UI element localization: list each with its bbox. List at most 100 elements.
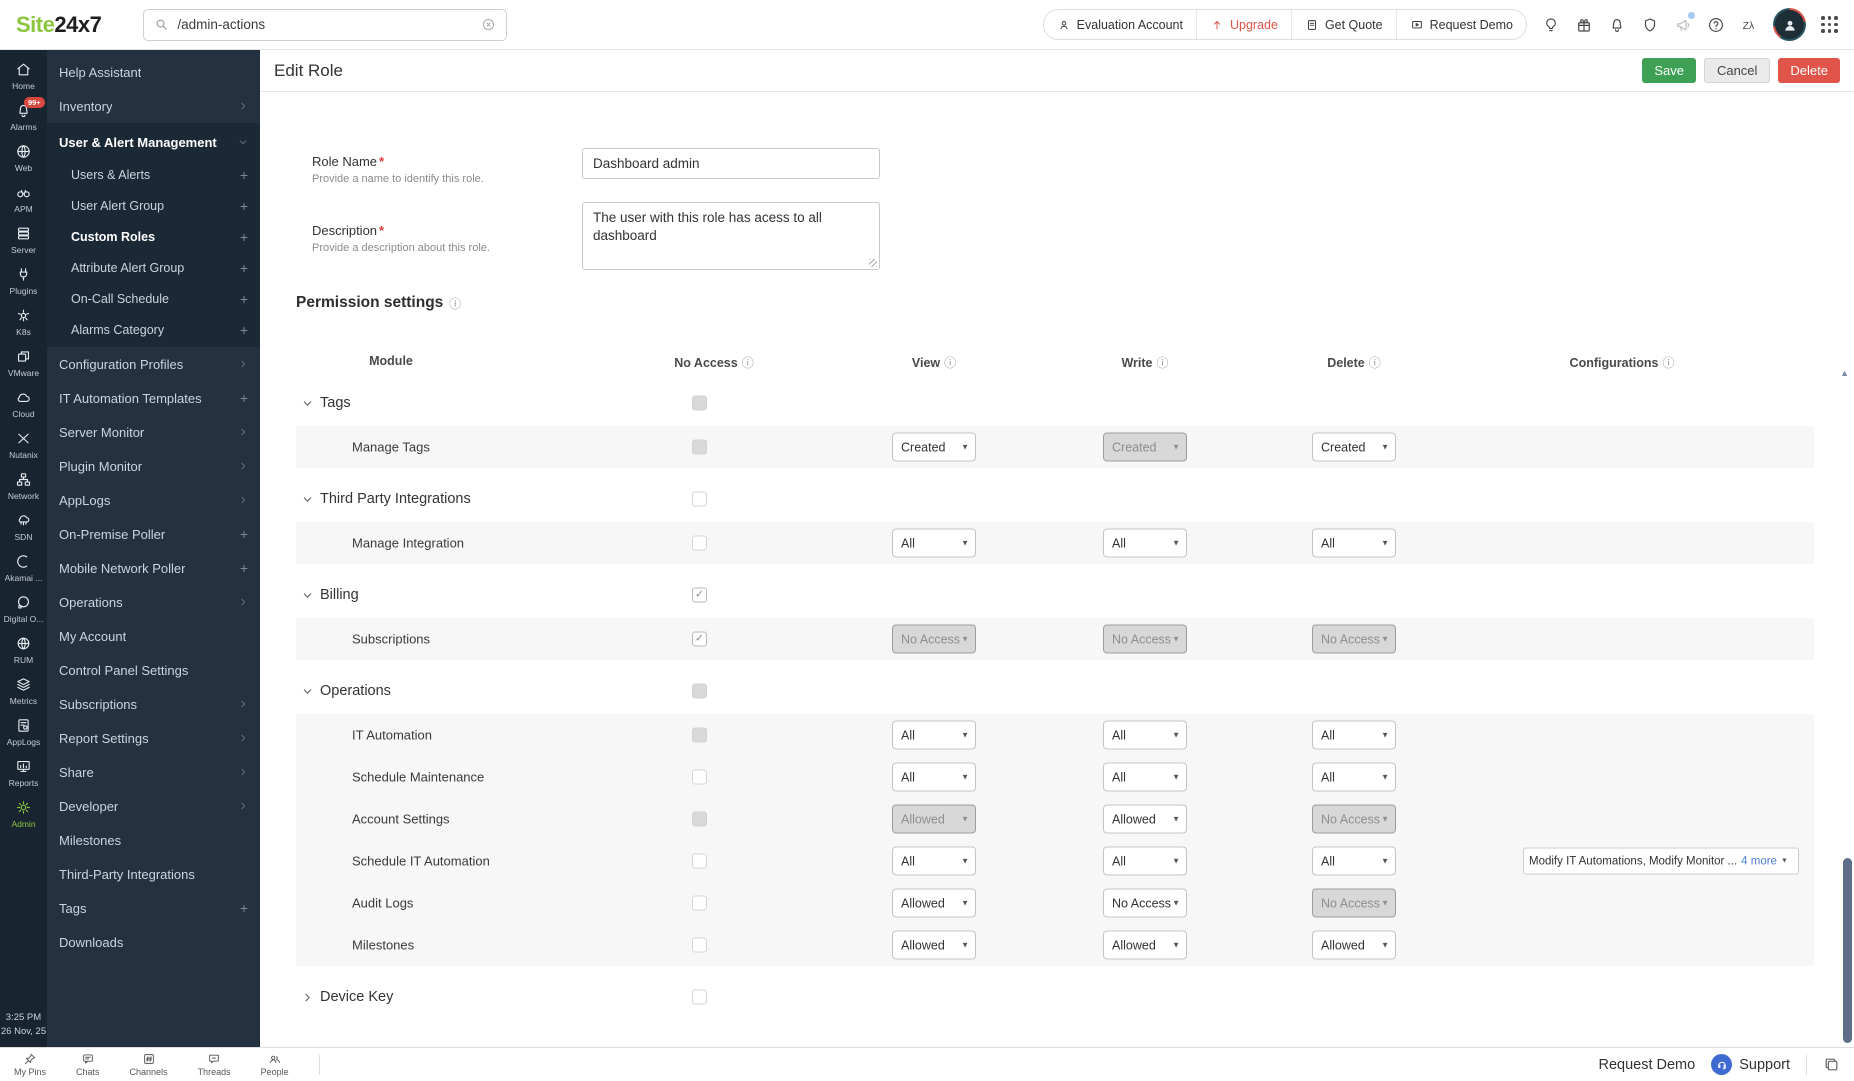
- no-access-checkbox[interactable]: [692, 588, 707, 603]
- bottom-bar-threads[interactable]: Threads: [198, 1052, 231, 1077]
- sidebar-item-attribute-alert-group[interactable]: Attribute Alert Group+: [47, 252, 260, 283]
- sidebar-item-mobile-network-poller[interactable]: Mobile Network Poller+: [47, 551, 260, 585]
- request-demo-link[interactable]: Request Demo: [1598, 1057, 1695, 1073]
- sidebar-item-applogs[interactable]: AppLogs: [47, 483, 260, 517]
- plus-icon[interactable]: +: [240, 900, 248, 916]
- no-access-checkbox[interactable]: [692, 396, 707, 411]
- info-icon[interactable]: ⓘ: [1157, 354, 1169, 371]
- evaluation-account-button[interactable]: Evaluation Account: [1044, 10, 1196, 39]
- plus-icon[interactable]: +: [240, 229, 248, 245]
- plus-icon[interactable]: +: [240, 560, 248, 576]
- sidebar-item-alarms-category[interactable]: Alarms Category+: [47, 314, 260, 345]
- sidebar-item-it-automation-templates[interactable]: IT Automation Templates+: [47, 381, 260, 415]
- badge-icon[interactable]: [1641, 16, 1659, 34]
- configurations-select[interactable]: Modify IT Automations, Modify Monitor ..…: [1523, 848, 1799, 875]
- delete-select[interactable]: All▼: [1312, 847, 1396, 876]
- bottom-bar-chats[interactable]: Chats: [76, 1052, 100, 1077]
- plus-icon[interactable]: +: [240, 260, 248, 276]
- plus-icon[interactable]: +: [240, 198, 248, 214]
- bottom-bar-channels[interactable]: Channels: [130, 1052, 168, 1077]
- view-select[interactable]: Created▼: [892, 433, 976, 462]
- delete-button[interactable]: Delete: [1778, 58, 1840, 83]
- app-grid-icon[interactable]: [1821, 16, 1838, 33]
- view-select[interactable]: All▼: [892, 763, 976, 792]
- info-icon[interactable]: ⓘ: [1369, 354, 1381, 371]
- view-select[interactable]: All▼: [892, 721, 976, 750]
- view-select[interactable]: All▼: [892, 529, 976, 558]
- info-icon[interactable]: ⓘ: [1662, 354, 1674, 371]
- sidebar-item-user-alert-management[interactable]: User & Alert Management: [47, 125, 260, 159]
- rail-item-web[interactable]: Web: [0, 138, 47, 179]
- delete-select[interactable]: All▼: [1312, 763, 1396, 792]
- write-select[interactable]: All▼: [1103, 763, 1187, 792]
- no-access-checkbox[interactable]: [692, 728, 707, 743]
- plus-icon[interactable]: +: [240, 390, 248, 406]
- megaphone-icon[interactable]: [1674, 16, 1692, 34]
- description-field[interactable]: The user with this role has acess to all…: [582, 202, 880, 270]
- avatar[interactable]: [1773, 8, 1806, 41]
- section-operations[interactable]: Operations: [296, 668, 1814, 714]
- get-quote-button[interactable]: Get Quote: [1291, 10, 1396, 39]
- sidebar-item-inventory[interactable]: Inventory: [47, 89, 260, 123]
- more-configurations-link[interactable]: 4 more: [1741, 855, 1777, 867]
- no-access-checkbox[interactable]: [692, 684, 707, 699]
- rail-item-nutanix[interactable]: Nutanix: [0, 425, 47, 466]
- rail-item-alarms[interactable]: 99+Alarms: [0, 97, 47, 138]
- plus-icon[interactable]: +: [240, 291, 248, 307]
- sidebar-item-subscriptions[interactable]: Subscriptions: [47, 687, 260, 721]
- bell-icon[interactable]: [1608, 16, 1626, 34]
- view-select[interactable]: Allowed▼: [892, 889, 976, 918]
- no-access-checkbox[interactable]: [692, 938, 707, 953]
- rail-item-cloud[interactable]: Cloud: [0, 384, 47, 425]
- rail-item-server[interactable]: Server: [0, 220, 47, 261]
- rail-item-digital-o[interactable]: Digital O...: [0, 589, 47, 630]
- sidebar-item-user-alert-group[interactable]: User Alert Group+: [47, 190, 260, 221]
- resize-grip-icon[interactable]: [869, 259, 877, 267]
- rail-item-network[interactable]: Network: [0, 466, 47, 507]
- role-name-field[interactable]: [582, 148, 880, 179]
- section-device-key[interactable]: Device Key: [296, 974, 1814, 1020]
- no-access-checkbox[interactable]: [692, 770, 707, 785]
- write-select[interactable]: Allowed▼: [1103, 931, 1187, 960]
- sidebar-item-my-account[interactable]: My Account: [47, 619, 260, 653]
- sidebar-item-milestones[interactable]: Milestones: [47, 823, 260, 857]
- sidebar-item-custom-roles[interactable]: Custom Roles+: [47, 221, 260, 252]
- sidebar-item-on-premise-poller[interactable]: On-Premise Poller+: [47, 517, 260, 551]
- rail-item-reports[interactable]: Reports: [0, 753, 47, 794]
- sidebar-item-third-party-integrations[interactable]: Third-Party Integrations: [47, 857, 260, 891]
- sidebar-item-tags[interactable]: Tags+: [47, 891, 260, 925]
- zia-icon[interactable]: Zλ: [1740, 16, 1758, 34]
- rail-item-admin[interactable]: Admin: [0, 794, 47, 835]
- save-button[interactable]: Save: [1642, 58, 1696, 83]
- no-access-checkbox[interactable]: [692, 632, 707, 647]
- clear-search-icon[interactable]: [481, 17, 496, 32]
- rail-item-k8s[interactable]: K8s: [0, 302, 47, 343]
- no-access-checkbox[interactable]: [692, 440, 707, 455]
- cancel-button[interactable]: Cancel: [1704, 58, 1770, 83]
- sidebar-item-report-settings[interactable]: Report Settings: [47, 721, 260, 755]
- sidebar-item-plugin-monitor[interactable]: Plugin Monitor: [47, 449, 260, 483]
- rail-item-applogs[interactable]: AppLogs: [0, 712, 47, 753]
- delete-select[interactable]: All▼: [1312, 529, 1396, 558]
- rail-item-akamai[interactable]: Akamai ...: [0, 548, 47, 589]
- search-input[interactable]: [177, 17, 473, 32]
- sidebar-item-control-panel-settings[interactable]: Control Panel Settings: [47, 653, 260, 687]
- no-access-checkbox[interactable]: [692, 990, 707, 1005]
- rail-item-rum[interactable]: RUM: [0, 630, 47, 671]
- delete-select[interactable]: Allowed▼: [1312, 931, 1396, 960]
- section-billing[interactable]: Billing: [296, 572, 1814, 618]
- plus-icon[interactable]: +: [240, 322, 248, 338]
- rail-item-plugins[interactable]: Plugins: [0, 261, 47, 302]
- support-button[interactable]: Support: [1711, 1054, 1790, 1075]
- write-select[interactable]: Allowed▼: [1103, 805, 1187, 834]
- view-select[interactable]: Allowed▼: [892, 931, 976, 960]
- rail-item-sdn[interactable]: SDN: [0, 507, 47, 548]
- request-demo-button[interactable]: Request Demo: [1396, 10, 1526, 39]
- view-select[interactable]: All▼: [892, 847, 976, 876]
- sidebar-item-downloads[interactable]: Downloads: [47, 925, 260, 959]
- plus-icon[interactable]: +: [240, 526, 248, 542]
- no-access-checkbox[interactable]: [692, 492, 707, 507]
- copy-icon[interactable]: [1823, 1056, 1840, 1073]
- no-access-checkbox[interactable]: [692, 896, 707, 911]
- info-icon[interactable]: ⓘ: [742, 354, 754, 371]
